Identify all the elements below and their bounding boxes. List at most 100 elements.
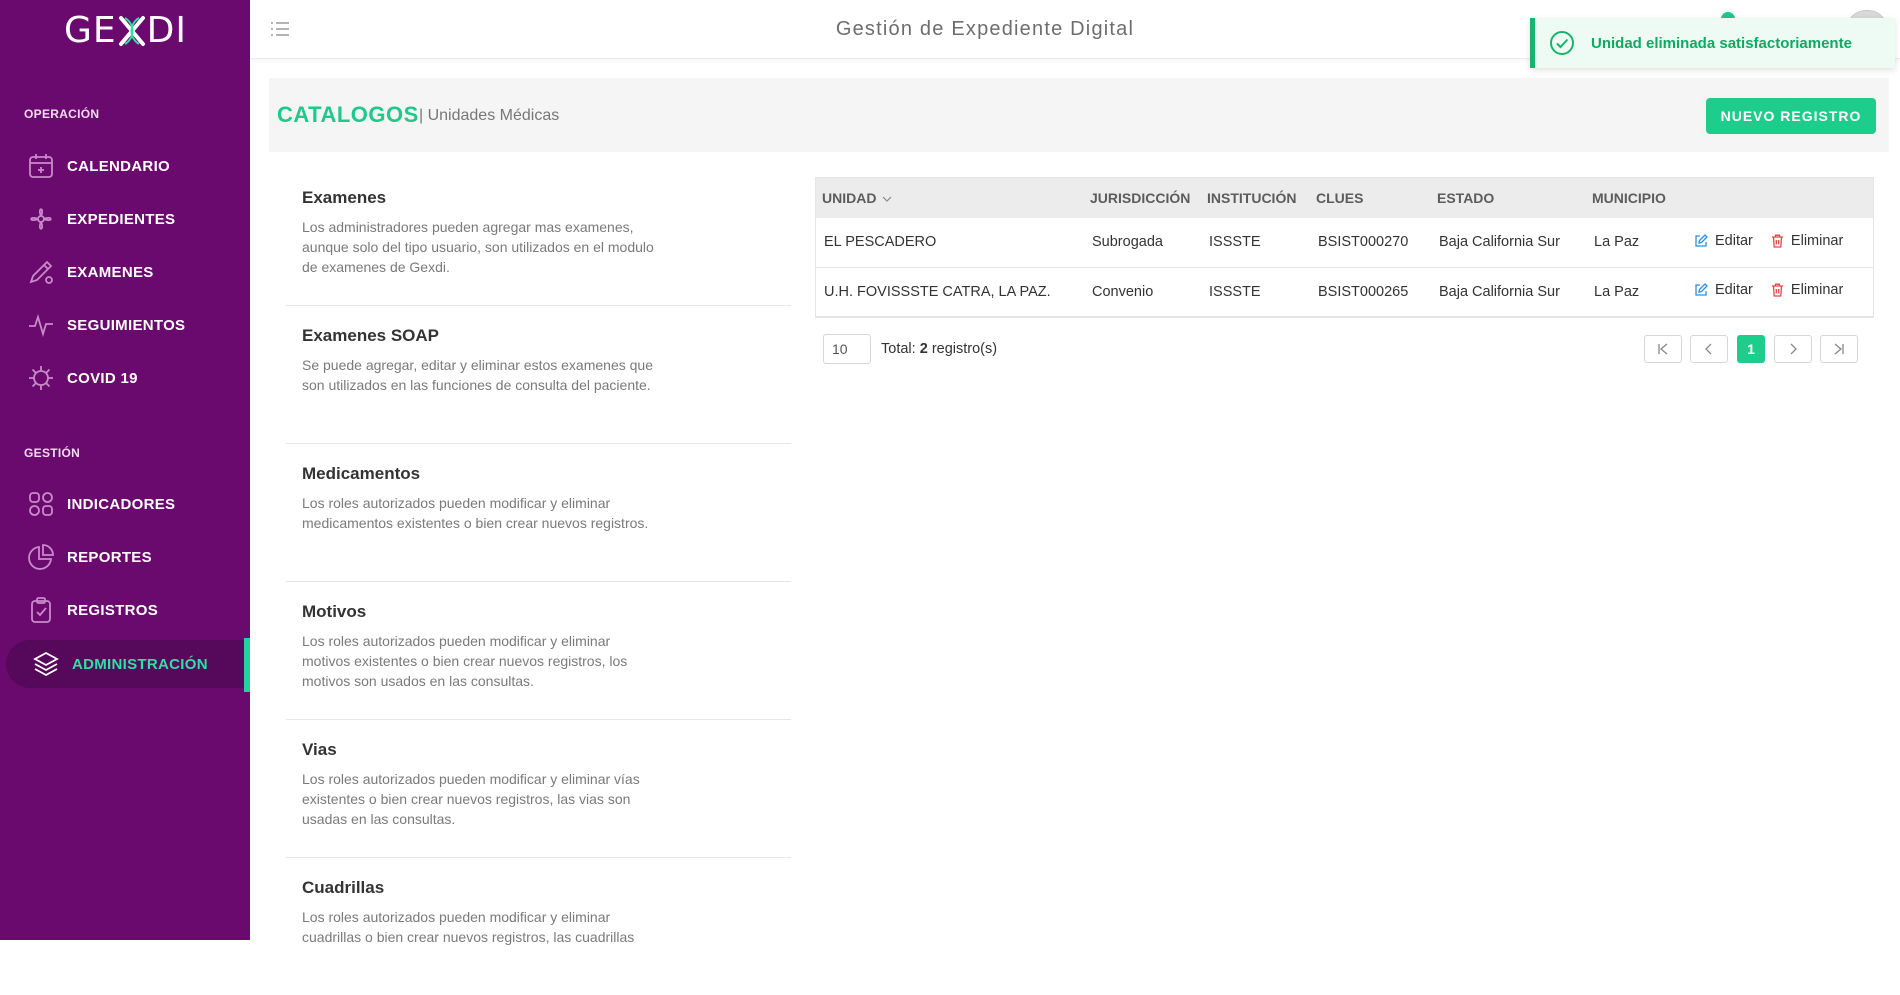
sidebar-item-label: CALENDARIO [67, 157, 170, 175]
catalog-item-examenes-soap[interactable]: Examenes SOAP Se puede agregar, editar y… [286, 306, 791, 444]
first-page-icon [1658, 343, 1668, 355]
cell-unidad: U.H. FOVISSSTE CATRA, LA PAZ. [824, 283, 1051, 300]
total-suffix: registro(s) [931, 341, 998, 357]
cell-jurisdiccion: Convenio [1092, 283, 1154, 300]
sidebar-item-indicadores[interactable]: INDICADORES [0, 480, 250, 528]
check-circle-icon [1550, 31, 1574, 55]
cell-municipio: La Paz [1594, 283, 1640, 300]
sidebar-item-label: REGISTROS [67, 601, 159, 619]
chevron-right-icon [1790, 343, 1797, 355]
page-number-current[interactable]: 1 [1737, 335, 1765, 363]
cell-estado: Baja California Sur [1439, 283, 1560, 300]
edit-icon [1695, 283, 1708, 296]
pie-chart-icon [28, 544, 54, 570]
catalog-item-examenes[interactable]: Examenes Los administradores pueden agre… [286, 168, 791, 306]
first-page-button[interactable] [1644, 335, 1682, 363]
edit-button[interactable]: Editar [1694, 282, 1753, 298]
delete-button[interactable]: Eliminar [1771, 282, 1843, 298]
logo-x-icon [118, 15, 145, 46]
column-header-municipio[interactable]: MUNICIPIO [1586, 178, 1686, 218]
sidebar-item-label: REPORTES [67, 548, 152, 566]
success-toast[interactable]: Unidad eliminada satisfactoriamente [1530, 18, 1895, 68]
edit-label: Editar [1715, 232, 1753, 249]
chevron-left-icon [1705, 343, 1712, 355]
page-subtitle: | Unidades Médicas [419, 107, 560, 124]
catalog-item-vias[interactable]: Vias Los roles autorizados pueden modifi… [286, 720, 791, 858]
catalog-name: Motivos [302, 602, 367, 621]
last-page-icon [1834, 343, 1844, 355]
sidebar-item-label: EXAMENES [67, 263, 154, 281]
page-title: CATALOGOS [277, 102, 419, 127]
cell-institucion: ISSSTE [1209, 283, 1261, 300]
cell-clues: BSIST000265 [1318, 283, 1409, 300]
section-label-operacion: OPERACIÓN [24, 107, 100, 121]
catalog-description: Los roles autorizados pueden modificar y… [302, 495, 649, 531]
grid-icon [29, 492, 53, 516]
catalog-name: Vias [302, 740, 337, 759]
delete-label: Eliminar [1790, 232, 1844, 249]
edit-button[interactable]: Editar [1694, 233, 1753, 249]
prev-page-button[interactable] [1690, 335, 1728, 363]
delete-button[interactable]: Eliminar [1771, 233, 1843, 249]
next-page-button[interactable] [1774, 335, 1812, 363]
gexdi-logo[interactable]: GE DI [64, 10, 187, 51]
sidebar-item-registros[interactable]: REGISTROS [0, 586, 250, 634]
sidebar-item-examenes[interactable]: EXAMENES [0, 248, 250, 296]
section-label-gestion: GESTIÓN [24, 446, 81, 460]
table-row: EL PESCADERO Subrogada ISSSTE BSIST00027… [816, 218, 1873, 267]
flower-icon [30, 208, 52, 230]
delete-label: Eliminar [1790, 282, 1844, 298]
catalog-description: Los roles autorizados pueden modificar y… [302, 771, 640, 827]
column-header-clues[interactable]: CLUES [1310, 178, 1431, 218]
table-header-row: UNIDAD JURISDICCIÓN INSTITUCIÓN CLUES ES… [816, 178, 1873, 218]
edit-label: Editar [1715, 282, 1753, 298]
sidebar-item-administracion[interactable]: ADMINISTRACIÓN [6, 640, 248, 688]
sidebar-item-calendario[interactable]: CALENDARIO [0, 142, 250, 190]
trash-icon [1771, 234, 1783, 248]
sidebar-item-label: INDICADORES [67, 495, 176, 513]
pencil-ruler-icon [29, 260, 53, 284]
catalog-name: Examenes [302, 188, 387, 207]
page-size-input[interactable] [823, 334, 871, 364]
catalog-item-motivos[interactable]: Motivos Los roles autorizados pueden mod… [286, 582, 791, 720]
page-header: CATALOGOS | Unidades Médicas NUEVO REGIS… [269, 78, 1889, 152]
new-record-button[interactable]: NUEVO REGISTRO [1706, 98, 1876, 134]
sidebar-item-label: COVID 19 [67, 369, 138, 387]
toast-message: Unidad eliminada satisfactoriamente [1591, 34, 1852, 52]
virus-icon [29, 366, 53, 390]
pulse-icon [29, 313, 53, 338]
cell-unidad: EL PESCADERO [824, 234, 937, 251]
logo-text-left: GE [64, 10, 117, 51]
column-header-estado[interactable]: ESTADO [1431, 178, 1586, 218]
cell-clues: BSIST000270 [1318, 234, 1409, 251]
catalog-name: Examenes SOAP [302, 326, 440, 345]
sidebar-item-label: ADMINISTRACIÓN [72, 655, 208, 673]
units-table: UNIDAD JURISDICCIÓN INSTITUCIÓN CLUES ES… [815, 177, 1874, 318]
sidebar-item-reportes[interactable]: REPORTES [0, 533, 250, 581]
sidebar-item-covid-19[interactable]: COVID 19 [0, 354, 250, 402]
sidebar-item-label: SEGUIMIENTOS [67, 316, 186, 334]
column-header-unidad[interactable]: UNIDAD [816, 178, 1084, 218]
chevron-down-icon [883, 196, 892, 203]
sidebar: GE DI OPERACIÓN CALENDARIO EXPEDIENTES E… [0, 0, 250, 940]
catalog-item-medicamentos[interactable]: Medicamentos Los roles autorizados puede… [286, 444, 791, 582]
catalog-name: Medicamentos [302, 464, 421, 483]
calendar-icon [29, 154, 53, 178]
catalog-description: Los administradores pueden agregar mas e… [302, 219, 654, 275]
logo-text-right: DI [146, 10, 187, 51]
cell-institucion: ISSSTE [1209, 234, 1261, 251]
column-header-institucion[interactable]: INSTITUCIÓN [1201, 178, 1310, 218]
column-header-jurisdiccion[interactable]: JURISDICCIÓN [1084, 178, 1201, 218]
total-records: Total: 2 registro(s) [881, 341, 997, 357]
last-page-button[interactable] [1820, 335, 1858, 363]
app-title: Gestión de Expediente Digital [835, 18, 1135, 40]
total-label: Total: [881, 341, 916, 357]
sidebar-item-seguimientos[interactable]: SEGUIMIENTOS [0, 301, 250, 349]
active-indicator [244, 638, 250, 692]
catalog-description: Se puede agregar, editar y eliminar esto… [302, 357, 653, 393]
catalog-item-cuadrillas[interactable]: Cuadrillas Los roles autorizados pueden … [286, 858, 791, 995]
sidebar-item-label: EXPEDIENTES [67, 210, 176, 228]
sidebar-item-expedientes[interactable]: EXPEDIENTES [0, 195, 250, 243]
clipboard-icon [31, 597, 51, 623]
catalog-description: Los roles autorizados pueden modificar y… [302, 909, 635, 945]
